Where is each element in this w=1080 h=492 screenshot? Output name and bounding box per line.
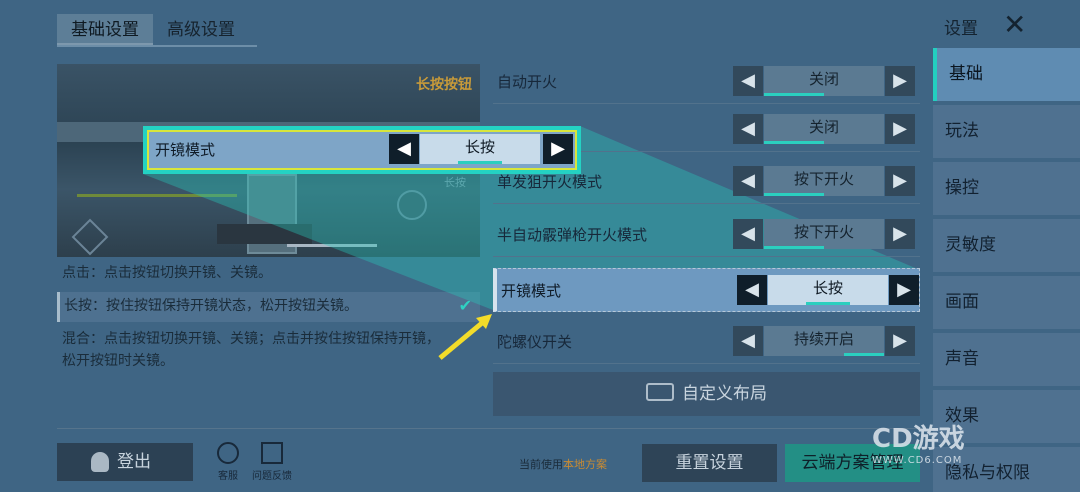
setting-value: 按下开火 [764,166,884,196]
setting-stepper: ◀ 长按 ▶ [737,275,919,307]
nav-item-gameplay[interactable]: 玩法 [933,105,1080,158]
customer-service-button[interactable]: 客服 [206,442,250,482]
logout-button[interactable]: 登出 [57,443,193,481]
setting-label: 开镜模式 [501,282,562,300]
value-indicator [764,141,824,144]
setting-row-gyroscope: 陀螺仪开关 ◀ 持续开启 ▶ [493,320,920,364]
option-desc-tap: 点击：点击按钮切换开镜、关镜。 [62,265,272,281]
setting-label: 半自动霰弹枪开火模式 [497,226,648,244]
chevron-right-icon[interactable]: ▶ [889,275,919,305]
setting-row-scope-mode: 开镜模式 ◀ 长按 ▶ [493,268,920,312]
current-prefix: 当前使用 [519,458,563,471]
setting-row-auto-fire: 自动开火 ◀ 关闭 ▶ [493,60,920,104]
value-indicator [764,246,824,249]
chevron-right-icon[interactable]: ▶ [885,114,915,144]
nav-item-sound[interactable]: 声音 [933,333,1080,386]
feedback-button[interactable]: 问题反馈 [250,442,294,482]
watermark-text: CD游戏 [872,424,965,454]
callout-stepper: ◀ 长按 ▶ [389,134,573,166]
setting-label: 陀螺仪开关 [497,333,573,351]
setting-value: 按下开火 [764,219,884,249]
callout-value-text: 长按 [464,138,495,156]
setting-stepper: ◀ 关闭 ▶ [733,114,915,146]
preview-scope-button-icon [397,190,427,220]
custom-layout-label: 自定义布局 [682,384,767,404]
watermark-url: WWW.CD6.COM [872,455,963,466]
nav-item-graphics[interactable]: 画面 [933,276,1080,329]
chevron-left-icon[interactable]: ◀ [733,114,763,144]
setting-value-text: 长按 [812,279,843,297]
setting-value: 长按 [768,275,888,305]
preview-weapon-hud [217,224,312,244]
settings-tabs: 基础设置 高级设置 [57,14,249,46]
chevron-right-icon[interactable]: ▶ [885,66,915,96]
setting-label: 自动开火 [497,73,558,91]
nav-item-sensitivity[interactable]: 灵敏度 [933,219,1080,272]
setting-value-text: 关闭 [808,118,839,136]
settings-screen: 基础设置 高级设置 长按按钮 长按 点击：点击按钮切换开镜、关镜。 长按：按住按… [0,0,1080,492]
reset-settings-button[interactable]: 重置设置 [642,444,777,482]
setting-value: 持续开启 [764,326,884,356]
setting-stepper: ◀ 按下开火 ▶ [733,166,915,198]
user-icon [91,452,109,472]
setting-stepper: ◀ 关闭 ▶ [733,66,915,98]
current-scheme: 当前使用本地方案 [519,456,607,472]
chevron-right-icon[interactable]: ▶ [885,219,915,249]
chevron-left-icon[interactable]: ◀ [389,134,419,164]
chevron-right-icon[interactable]: ▶ [543,134,573,164]
feedback-label: 问题反馈 [252,471,292,482]
nav-item-controls[interactable]: 操控 [933,162,1080,215]
preview-ammo-bar [287,244,377,247]
preview-small-tag: 长按 [444,176,466,189]
setting-value-text: 关闭 [808,70,839,88]
zoomed-callout: 开镜模式 ◀ 长按 ▶ [143,126,581,174]
setting-value-text: 持续开启 [793,330,854,348]
setting-value-text: 按下开火 [793,170,854,188]
watermark-logo: CD游戏 WWW.CD6.COM [872,418,965,466]
value-indicator [844,353,884,356]
chevron-right-icon[interactable]: ▶ [885,166,915,196]
chevron-left-icon[interactable]: ◀ [733,166,763,196]
callout-value: 长按 [420,134,540,164]
customer-service-label: 客服 [218,471,238,482]
custom-layout-button[interactable]: 自定义布局 [493,372,920,416]
value-indicator [764,93,824,96]
tab-advanced[interactable]: 高级设置 [153,14,249,46]
chevron-left-icon[interactable]: ◀ [733,219,763,249]
value-indicator [806,302,850,305]
option-desc-hold[interactable]: 长按：按住按钮保持开镜状态，松开按钮关镜。 ✔ [57,292,480,322]
headset-icon [217,442,239,464]
current-scheme-name: 本地方案 [563,458,607,471]
option-desc-hold-text: 长按：按住按钮保持开镜状态，松开按钮关镜。 [64,298,358,314]
info-icon [261,442,283,464]
logout-label: 登出 [117,452,151,472]
preview-rail-lower [77,194,237,197]
setting-row-shotgun-fire: 半自动霰弹枪开火模式 ◀ 按下开火 ▶ [493,213,920,257]
tab-basic[interactable]: 基础设置 [57,14,153,46]
chevron-left-icon[interactable]: ◀ [733,326,763,356]
settings-title: 设置 [944,19,978,39]
value-indicator [764,193,824,196]
nav-item-basic[interactable]: 基础 [933,48,1080,101]
layout-icon [646,383,674,401]
check-icon: ✔ [458,296,472,315]
callout-label: 开镜模式 [155,141,216,159]
setting-stepper: ◀ 按下开火 ▶ [733,219,915,251]
chevron-left-icon[interactable]: ◀ [737,275,767,305]
setting-stepper: ◀ 持续开启 ▶ [733,326,915,358]
preview-button-tag: 长按按钮 [416,77,472,93]
value-indicator [458,161,502,164]
setting-value: 关闭 [764,114,884,144]
tabs-divider [57,45,257,47]
close-icon[interactable]: ✕ [1003,8,1026,42]
option-desc-mix: 混合：点击按钮切换开镜、关镜；点击并按住按钮保持开镜，松开按钮时关镜。 [62,331,440,369]
bottom-divider [57,428,922,429]
setting-value-text: 按下开火 [793,223,854,241]
setting-value: 关闭 [764,66,884,96]
preview-dpad-icon [71,218,109,256]
chevron-left-icon[interactable]: ◀ [733,66,763,96]
chevron-right-icon[interactable]: ▶ [885,326,915,356]
